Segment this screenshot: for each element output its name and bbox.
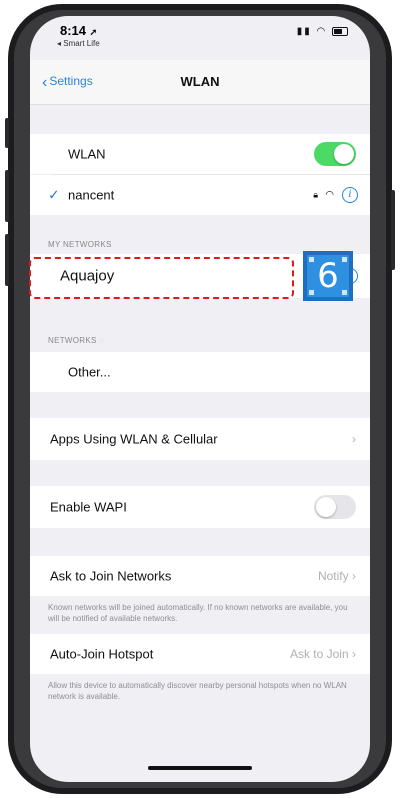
wlan-label: WLAN [68,146,106,162]
apps-using-label: Apps Using WLAN & Cellular [50,431,218,447]
auto-join-value: Ask to Join › [289,647,356,661]
ask-to-join-value: Notify › [317,569,356,583]
status-time: 8:14 ➚ [60,23,98,38]
ask-to-join-label: Ask to Join Networks [50,568,172,584]
page-title: WLAN [180,74,220,89]
connected-network-row[interactable]: ✓ nancent 🔒︎ ◠ i [30,175,370,215]
other-network-row[interactable]: Other... [30,352,370,392]
battery-icon [332,26,348,36]
apps-using-wlan-row[interactable]: Apps Using WLAN & Cellular › [30,418,370,460]
status-icons: ▮▮ ◠ [297,26,348,37]
highlight-box [29,257,294,299]
connected-network-name: nancent [68,187,115,203]
info-icon[interactable]: i [342,187,358,203]
ask-to-join-row[interactable]: Ask to Join Networks Notify › [30,556,370,596]
back-to-app-link[interactable]: ◂ Smart Life [57,39,100,48]
checkmark-icon: ✓ [48,186,60,203]
my-networks-header: MY NETWORKS [48,240,112,249]
networks-header: NETWORKS ◌ [48,336,105,345]
location-arrow-icon: ➚ [89,27,98,37]
step-badge: 6 [303,251,353,301]
wifi-signal-icon: ◠ [325,189,334,201]
navigation-bar: ‹ Settings WLAN [30,60,370,105]
wlan-row: WLAN [30,134,370,174]
lock-icon: 🔒︎ [313,189,318,200]
spinner-icon: ◌ [99,336,105,345]
wifi-status-icon: ◠ [316,26,328,37]
cellular-signal-icon: ▮▮ [296,26,312,37]
status-bar: 8:14 ➚ ◂ Smart Life ▮▮ ◠ [30,16,370,60]
toggle-knob [334,144,354,164]
screen: 8:14 ➚ ◂ Smart Life ▮▮ ◠ ‹ Settings WLAN … [30,16,370,782]
auto-join-label: Auto-Join Hotspot [50,646,154,662]
chevron-right-icon: › [352,432,356,446]
ask-to-join-footnote: Known networks will be joined automatica… [48,603,348,623]
home-indicator[interactable] [148,766,252,770]
power-button [391,190,395,270]
toggle-knob [316,497,336,517]
wapi-toggle[interactable] [314,495,356,519]
step-number: 6 [317,256,339,296]
wapi-label: Enable WAPI [50,499,127,515]
auto-join-hotspot-row[interactable]: Auto-Join Hotspot Ask to Join › [30,634,370,674]
auto-join-footnote: Allow this device to automatically disco… [48,681,347,701]
volume-up-button [5,170,9,222]
wlan-toggle[interactable] [314,142,356,166]
volume-down-button [5,234,9,286]
other-label: Other... [68,364,111,380]
mute-switch [5,118,9,148]
enable-wapi-row: Enable WAPI [30,486,370,528]
